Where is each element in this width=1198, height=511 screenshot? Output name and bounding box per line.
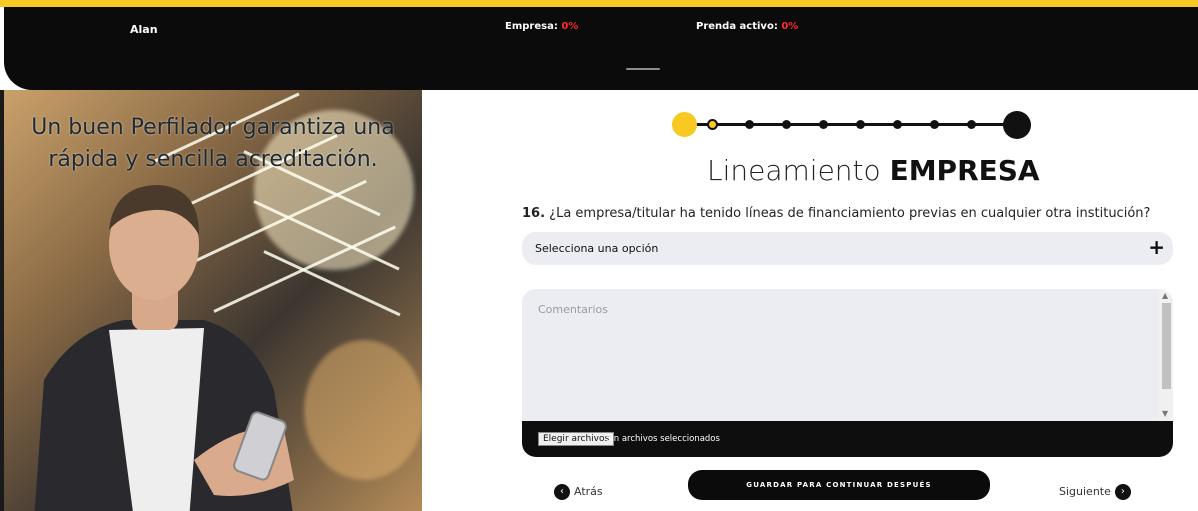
empresa-value: 0% xyxy=(561,21,579,32)
stepper-step[interactable] xyxy=(856,120,865,129)
section-title: Lineamiento EMPRESA xyxy=(707,154,1040,187)
answer-select[interactable]: Selecciona una opción + xyxy=(522,232,1173,265)
question-text: 16. ¿La empresa/titular ha tenido líneas… xyxy=(522,206,1150,221)
chevron-right-icon: › xyxy=(1114,484,1131,500)
back-label: Atrás xyxy=(574,485,603,498)
next-button[interactable]: Siguiente › xyxy=(1059,484,1131,500)
scroll-up-icon[interactable]: ▲ xyxy=(1162,292,1168,300)
empresa-label: Empresa: xyxy=(505,21,558,32)
plus-icon[interactable]: + xyxy=(1148,236,1165,258)
stepper-step-final[interactable] xyxy=(1003,111,1031,139)
scrollbar-thumb[interactable] xyxy=(1162,303,1171,389)
file-upload-bar: Elegir archivos Sin archivos seleccionad… xyxy=(522,421,1173,457)
top-accent-bar xyxy=(0,0,1198,7)
stepper-step[interactable] xyxy=(782,120,791,129)
comments-textarea[interactable] xyxy=(522,289,1159,421)
question-body: ¿La empresa/titular ha tenido líneas de … xyxy=(549,206,1151,221)
hero-image: Un buen Perfilador garantiza una rápida … xyxy=(4,90,422,511)
user-name: Alan xyxy=(130,23,158,36)
header-collapse-handle[interactable] xyxy=(626,68,660,70)
hero-tagline-line2: rápida y sencilla acreditación. xyxy=(48,147,378,172)
prenda-value: 0% xyxy=(781,21,799,32)
section-title-bold: EMPRESA xyxy=(889,154,1040,187)
prenda-label: Prenda activo: xyxy=(696,21,778,32)
page: Alan Empresa: 0% Prenda activo: 0% Un bu… xyxy=(0,0,1198,511)
comments-scrollbar[interactable]: ▲ ▼ xyxy=(1159,289,1173,421)
stepper-step[interactable] xyxy=(893,120,902,129)
businessman-illustration xyxy=(34,185,294,511)
hero-tagline-line1: Un buen Perfilador garantiza una xyxy=(31,115,395,140)
progress-stepper xyxy=(672,111,1032,141)
next-label: Siguiente xyxy=(1059,485,1111,498)
hero-tagline: Un buen Perfilador garantiza una rápida … xyxy=(4,112,422,176)
header: Alan Empresa: 0% Prenda activo: 0% xyxy=(4,7,1198,90)
stepper-step[interactable] xyxy=(745,120,754,129)
comments-container: ▲ ▼ Elegir archivos Sin archivos selecci… xyxy=(522,289,1173,457)
empresa-progress: Empresa: 0% xyxy=(505,21,578,32)
question-number: 16. xyxy=(522,206,546,221)
chevron-left-icon: ‹ xyxy=(554,484,570,500)
stepper-step-current[interactable] xyxy=(672,112,697,137)
stepper-step[interactable] xyxy=(930,120,939,129)
back-button[interactable]: ‹ Atrás xyxy=(554,484,603,500)
choose-files-button[interactable]: Elegir archivos xyxy=(538,432,615,446)
section-title-light: Lineamiento xyxy=(707,154,881,187)
stepper-step[interactable] xyxy=(967,120,976,129)
save-continue-later-button[interactable]: GUARDAR PARA CONTINUAR DESPUÉS xyxy=(688,470,990,500)
answer-select-value: Selecciona una opción xyxy=(535,242,659,255)
stepper-step[interactable] xyxy=(819,120,828,129)
scroll-down-icon[interactable]: ▼ xyxy=(1162,410,1168,418)
file-status: Sin archivos seleccionados xyxy=(606,434,720,444)
stepper-step[interactable] xyxy=(707,119,718,130)
prenda-progress: Prenda activo: 0% xyxy=(696,21,798,32)
